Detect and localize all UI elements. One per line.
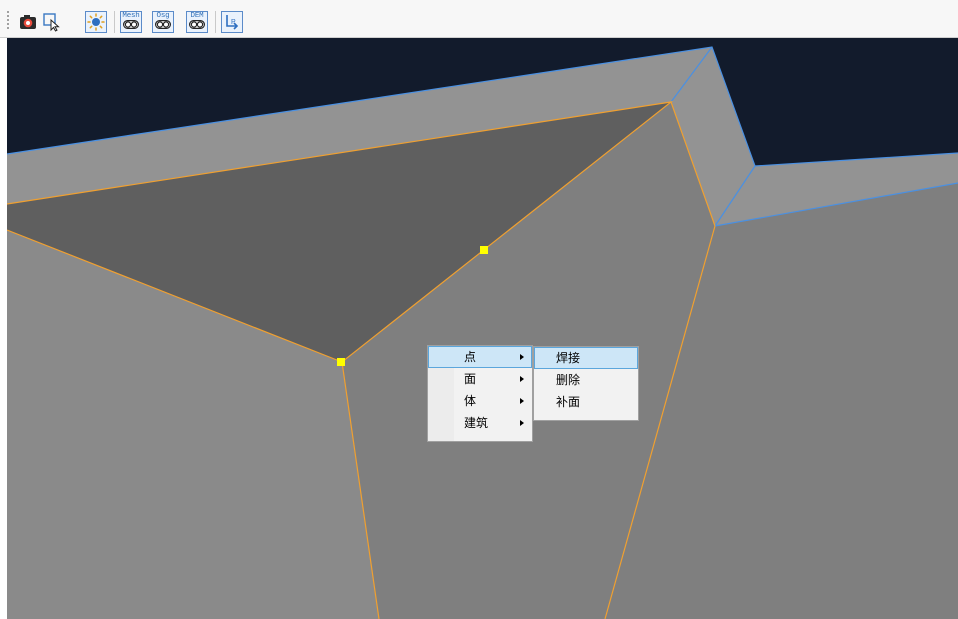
selected-vertex[interactable] bbox=[337, 358, 345, 366]
menu-item-label: 删除 bbox=[556, 373, 581, 387]
menu-item-label: 点 bbox=[464, 350, 477, 364]
menu-item-label: 焊接 bbox=[556, 351, 581, 365]
submenu-arrow-icon bbox=[520, 420, 524, 426]
toggle-switch-icon bbox=[123, 20, 139, 29]
select-cursor-icon[interactable] bbox=[41, 11, 63, 33]
toggle-switch-icon bbox=[155, 20, 171, 29]
osg-toggle[interactable]: Osg bbox=[152, 11, 174, 33]
export-icon[interactable]: P bbox=[221, 11, 243, 33]
selected-vertex[interactable] bbox=[480, 246, 488, 254]
toolbar-grip[interactable] bbox=[6, 10, 10, 30]
menu-item-fill-face[interactable]: 补面 bbox=[534, 391, 638, 413]
toolbar-separator bbox=[215, 11, 216, 33]
osg-toggle-label: Osg bbox=[156, 12, 170, 20]
submenu-arrow-icon bbox=[520, 376, 524, 382]
dem-toggle-label: DEM bbox=[190, 12, 204, 20]
menu-item-face[interactable]: 面 bbox=[428, 368, 532, 390]
dem-toggle[interactable]: DEM bbox=[186, 11, 208, 33]
menu-item-label: 体 bbox=[464, 394, 477, 408]
menu-item-delete[interactable]: 删除 bbox=[534, 369, 638, 391]
menu-item-label: 建筑 bbox=[464, 416, 489, 430]
menu-item-label: 面 bbox=[464, 372, 477, 386]
menu-item-body[interactable]: 体 bbox=[428, 390, 532, 412]
mesh-toggle[interactable]: Mesh bbox=[120, 11, 142, 33]
toggle-switch-icon bbox=[189, 20, 205, 29]
camera-icon[interactable] bbox=[17, 11, 39, 33]
submenu-arrow-icon bbox=[520, 354, 524, 360]
menu-item-weld[interactable]: 焊接 bbox=[534, 347, 638, 369]
menu-item-label: 补面 bbox=[556, 395, 581, 409]
vertex-submenu: 焊接 删除 补面 bbox=[533, 346, 639, 421]
menu-item-vertex[interactable]: 点 bbox=[428, 346, 532, 368]
3d-viewport[interactable] bbox=[7, 38, 958, 619]
submenu-arrow-icon bbox=[520, 398, 524, 404]
context-menu: 点 面 体 建筑 bbox=[427, 345, 533, 442]
light-sun-icon[interactable] bbox=[85, 11, 107, 33]
menu-item-building[interactable]: 建筑 bbox=[428, 412, 532, 434]
svg-text:P: P bbox=[231, 19, 236, 26]
scene-canvas bbox=[7, 38, 958, 619]
toolbar: Mesh Osg DEM P bbox=[0, 0, 958, 38]
toolbar-separator bbox=[114, 11, 115, 33]
mesh-toggle-label: Mesh bbox=[122, 12, 140, 20]
